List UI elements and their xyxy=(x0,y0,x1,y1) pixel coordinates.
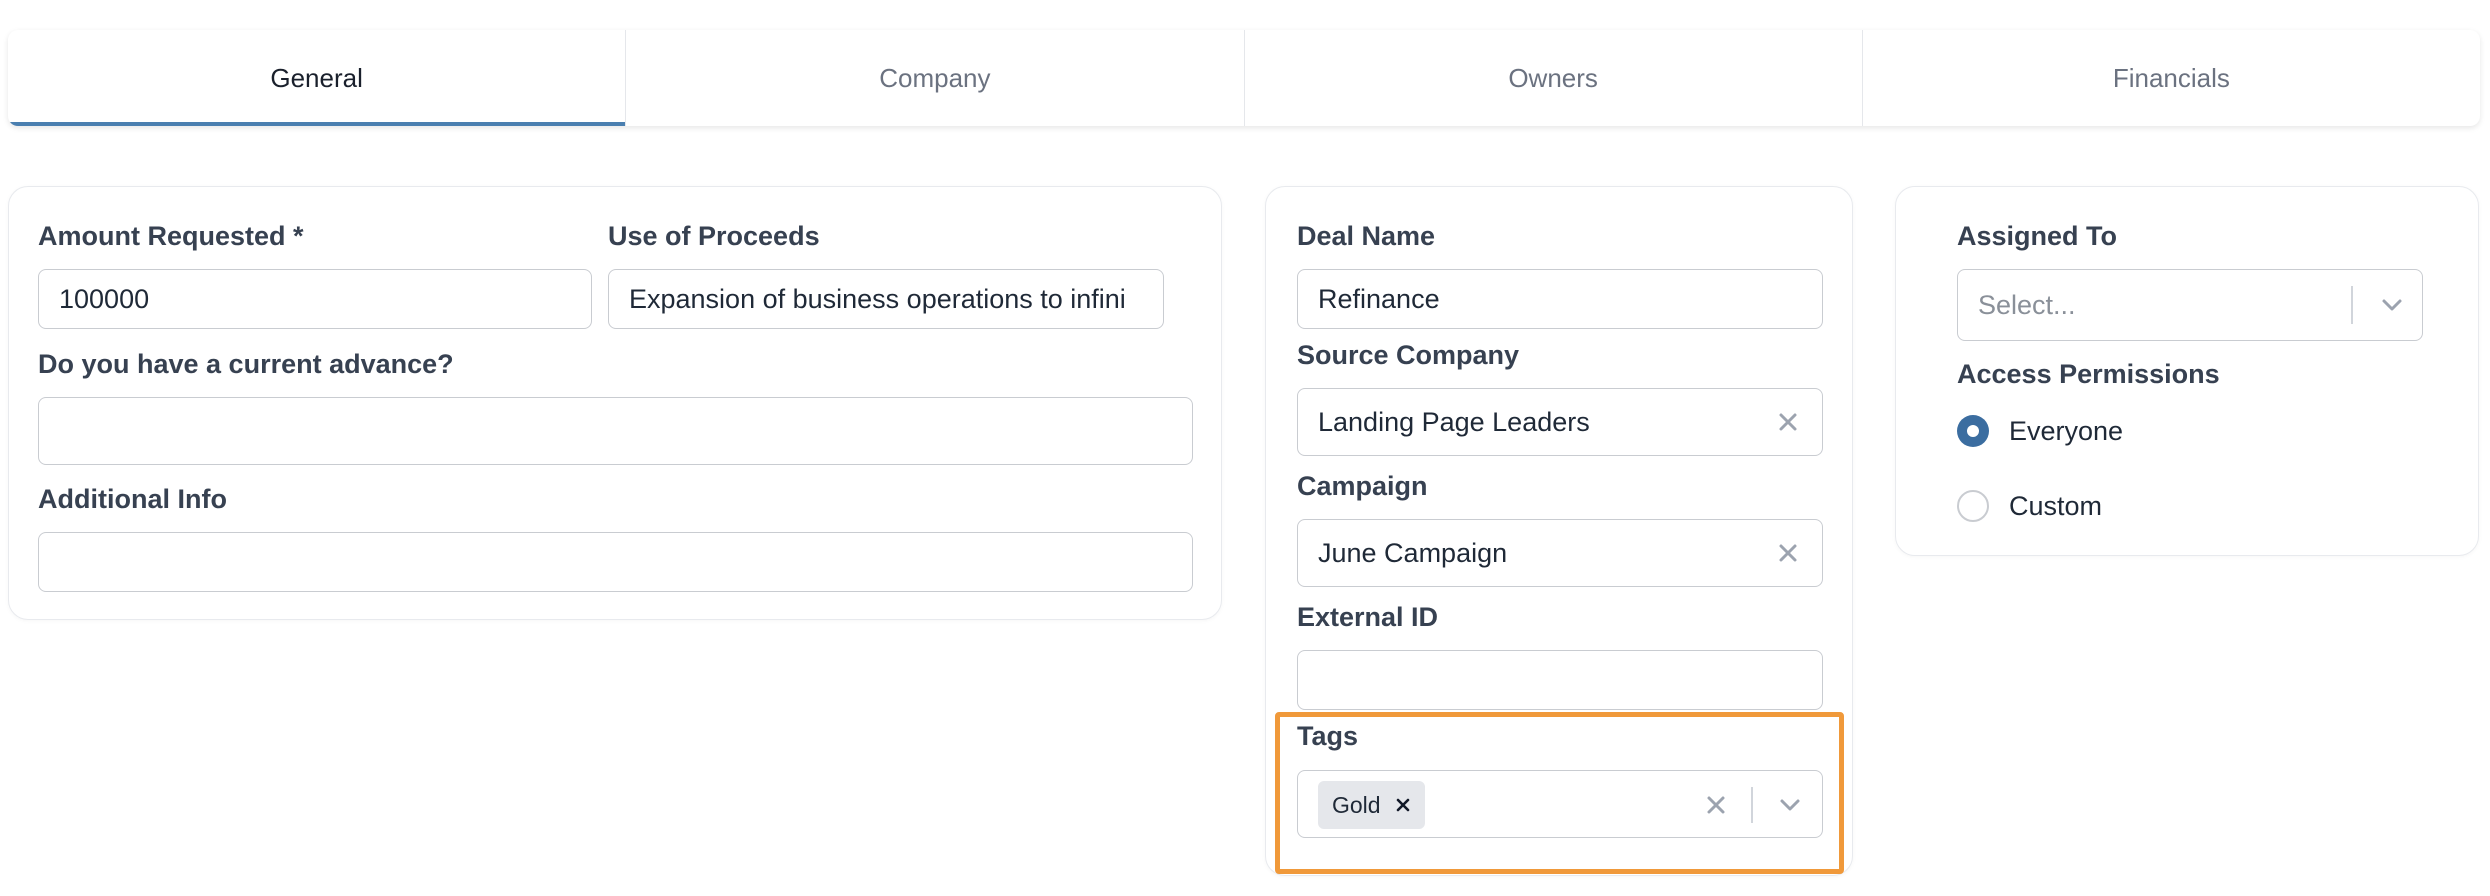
deal-name-value: Refinance xyxy=(1318,283,1440,314)
radio-custom[interactable] xyxy=(1957,490,1989,522)
tab-company[interactable]: Company xyxy=(626,30,1245,126)
radio-everyone[interactable] xyxy=(1957,415,1989,447)
amount-requested-value: 100000 xyxy=(59,283,150,314)
campaign-label: Campaign xyxy=(1297,471,1428,501)
tab-owners[interactable]: Owners xyxy=(1245,30,1863,126)
tag-chip-label: Gold xyxy=(1332,791,1381,818)
clear-icon[interactable] xyxy=(1704,793,1728,817)
tab-general-label: General xyxy=(270,62,363,93)
use-of-proceeds-input[interactable]: Expansion of business operations to infi… xyxy=(608,269,1164,329)
radio-everyone-label: Everyone xyxy=(2009,416,2124,446)
chevron-down-icon[interactable] xyxy=(2378,291,2406,319)
use-of-proceeds-label: Use of Proceeds xyxy=(608,221,820,251)
tab-owners-label: Owners xyxy=(1508,62,1598,93)
assignment-card: Assigned To Select... Access Permissions… xyxy=(1895,186,2479,556)
remove-tag-icon[interactable] xyxy=(1395,797,1411,813)
assigned-to-select[interactable]: Select... xyxy=(1957,269,2423,341)
amount-requested-label: Amount Requested * xyxy=(38,221,304,251)
select-separator xyxy=(1751,787,1753,823)
external-id-label: External ID xyxy=(1297,602,1439,632)
deal-name-input[interactable]: Refinance xyxy=(1297,269,1823,329)
external-id-input[interactable] xyxy=(1297,650,1823,710)
tab-general[interactable]: General xyxy=(8,30,627,126)
use-of-proceeds-value: Expansion of business operations to infi… xyxy=(629,283,1126,314)
tab-financials[interactable]: Financials xyxy=(1863,30,2480,126)
source-company-select[interactable]: Landing Page Leaders xyxy=(1297,388,1823,456)
clear-icon[interactable] xyxy=(1776,541,1800,565)
additional-info-input[interactable] xyxy=(38,532,1193,592)
tab-company-label: Company xyxy=(879,62,991,93)
additional-info-label: Additional Info xyxy=(38,484,227,514)
chevron-down-icon[interactable] xyxy=(1776,791,1804,819)
access-permissions-label: Access Permissions xyxy=(1957,359,2220,389)
tab-financials-label: Financials xyxy=(2112,62,2230,93)
tab-bar: General Company Owners Financials xyxy=(8,30,2480,126)
radio-custom-label: Custom xyxy=(2009,491,2103,521)
current-advance-input[interactable] xyxy=(38,397,1193,465)
amount-requested-input[interactable]: 100000 xyxy=(38,269,592,329)
select-separator xyxy=(2351,286,2353,324)
assigned-to-placeholder: Select... xyxy=(1978,289,2076,320)
campaign-value: June Campaign xyxy=(1318,537,1508,568)
source-company-label: Source Company xyxy=(1297,340,1520,370)
clear-icon[interactable] xyxy=(1776,410,1800,434)
tags-label: Tags xyxy=(1297,721,1359,751)
current-advance-label: Do you have a current advance? xyxy=(38,349,454,379)
assigned-to-label: Assigned To xyxy=(1957,221,2118,251)
tag-chip: Gold xyxy=(1318,781,1425,829)
deal-card: Deal Name Refinance Source Company Landi… xyxy=(1265,186,1853,876)
campaign-select[interactable]: June Campaign xyxy=(1297,519,1823,587)
deal-name-label: Deal Name xyxy=(1297,221,1436,251)
general-info-card: Amount Requested * 100000 Use of Proceed… xyxy=(8,186,1222,620)
source-company-value: Landing Page Leaders xyxy=(1318,406,1590,437)
tags-select[interactable]: Gold xyxy=(1297,770,1823,838)
